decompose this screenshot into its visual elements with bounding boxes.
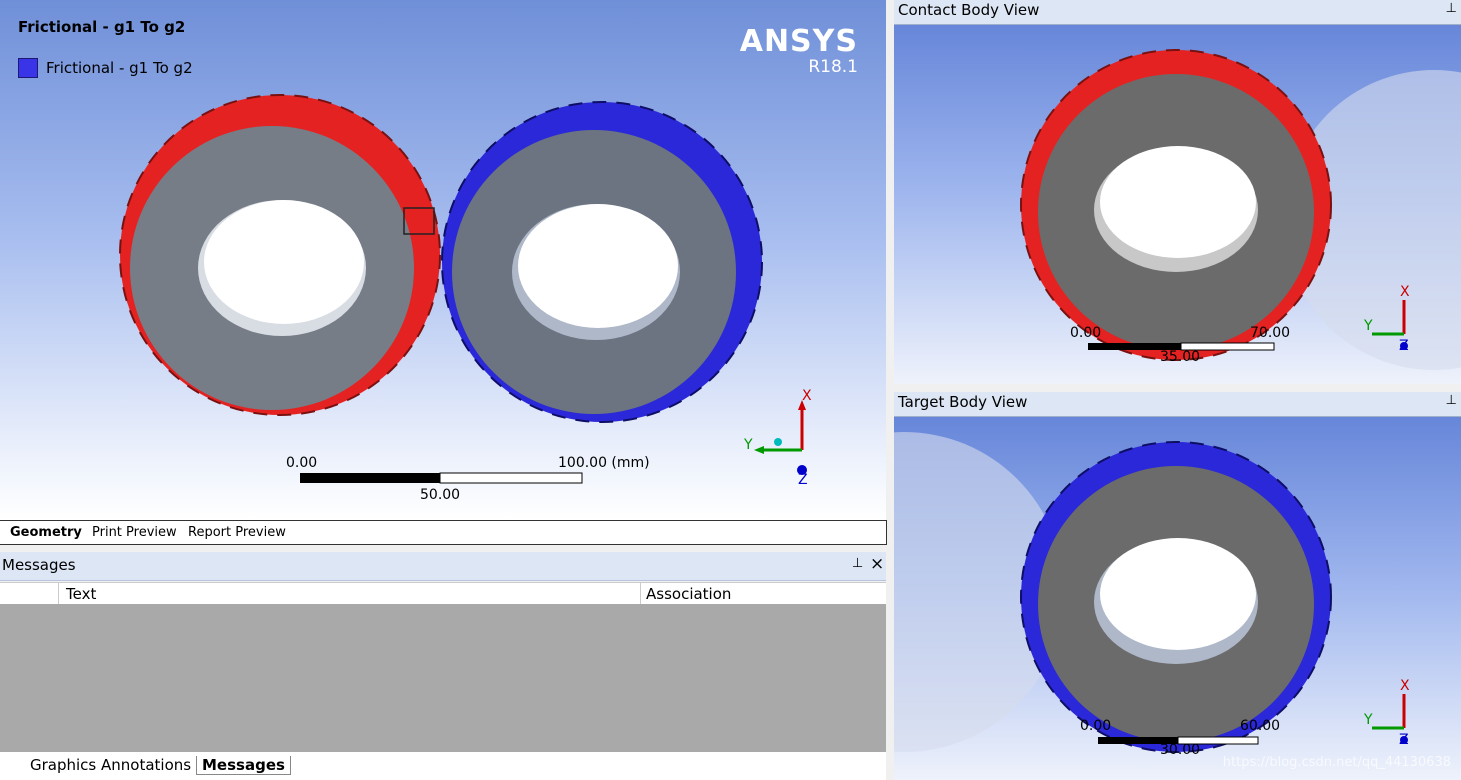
column-association[interactable]: Association [646,585,731,603]
target-gear[interactable] [441,101,763,423]
triad-x-label: X [802,388,812,404]
target-triad-z: Z [1399,732,1409,748]
messages-header: Messages ⊥ × [0,552,886,581]
messages-title: Messages [2,556,76,574]
scale-mid: 50.00 [420,487,461,503]
contact-gear[interactable] [119,94,441,416]
scale-bar [300,472,583,484]
messages-grid-header: Text Association [0,582,886,606]
contact-triad-x: X [1400,284,1410,300]
contact-gear-view[interactable] [894,0,1461,384]
target-scale-mid: 30.00 [1160,742,1201,758]
contact-triad-y: Y [1364,318,1373,334]
contact-body-view[interactable]: Contact Body View ⊥ 0.00 35.00 70.00 X Y… [894,0,1461,384]
gear-model[interactable] [0,0,886,520]
scale-start: 0.00 [286,455,318,471]
target-scale-start: 0.00 [1080,718,1112,734]
watermark: https://blog.csdn.net/qq_44130638 [1222,755,1451,770]
target-triad-x: X [1400,678,1410,694]
tab-geometry[interactable]: Geometry [10,525,82,540]
column-text[interactable]: Text [66,585,96,603]
contact-triad-z: Z [1399,338,1409,354]
target-gear-view[interactable] [894,392,1461,780]
view-tab-strip: Geometry Print Preview Report Preview [0,520,887,545]
bottom-tab-strip: Graphics Annotations Messages [0,752,886,780]
close-button[interactable]: × [870,554,884,574]
contact-scale-mid: 35.00 [1160,349,1201,365]
contact-scale-start: 0.00 [1070,325,1102,341]
target-scale-end: 60.00 [1240,718,1281,734]
tab-messages[interactable]: Messages [196,756,291,775]
triad-z-label: Z [798,472,808,488]
main-viewport[interactable]: Frictional - g1 To g2 Frictional - g1 To… [0,0,886,520]
tab-report-preview[interactable]: Report Preview [188,525,286,540]
tab-print-preview[interactable]: Print Preview [92,525,177,540]
triad-y-label: Y [744,437,753,453]
target-body-view[interactable]: Target Body View ⊥ 0.00 30.00 60.00 X Y … [894,392,1461,780]
messages-list[interactable] [0,604,886,752]
tab-graphics-annotations[interactable]: Graphics Annotations [30,756,191,774]
target-triad-y: Y [1364,712,1373,728]
contact-scale-end: 70.00 [1250,325,1291,341]
triad[interactable] [754,400,807,475]
pin-button[interactable]: ⊥ [852,556,863,571]
scale-end: 100.00 (mm) [558,455,650,471]
